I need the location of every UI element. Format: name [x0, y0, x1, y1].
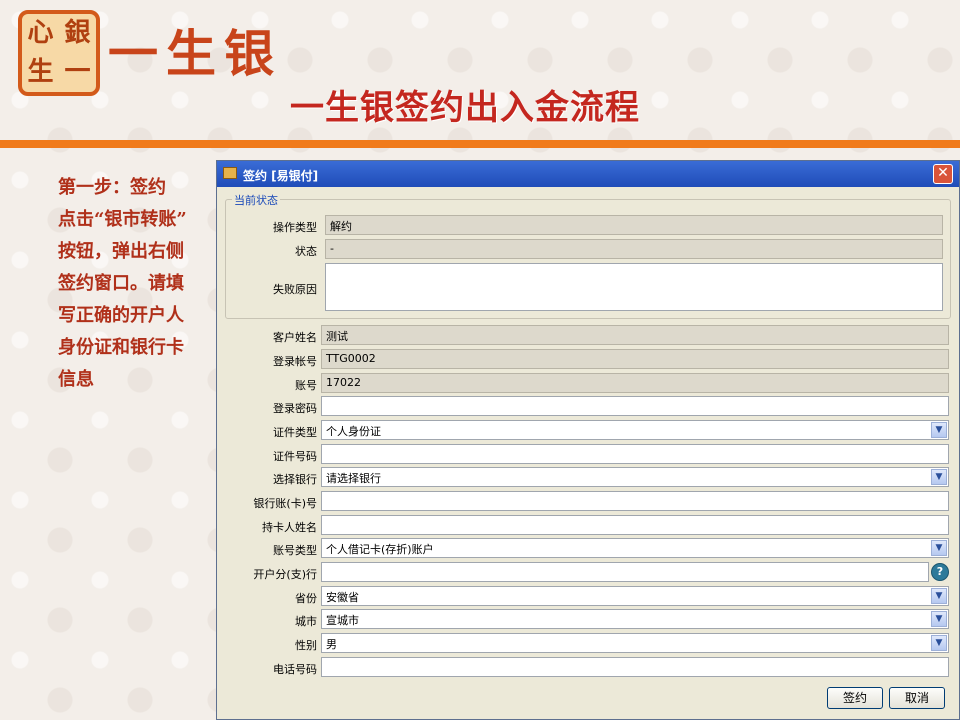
chevron-down-icon[interactable]: ▼ — [931, 469, 947, 485]
account-no-field: 17022 — [321, 373, 949, 393]
login-account-field: TTG0002 — [321, 349, 949, 369]
gender-select[interactable]: 男 ▼ — [321, 633, 949, 653]
cancel-button[interactable]: 取消 — [889, 687, 945, 709]
id-type-label: 证件类型 — [273, 426, 317, 439]
close-button[interactable]: ✕ — [933, 164, 953, 184]
bank-label: 选择银行 — [273, 473, 317, 486]
dialog-title: 签约 [易银付] — [243, 169, 319, 183]
login-password-label: 登录密码 — [273, 402, 317, 415]
bank-card-label: 银行账(卡)号 — [253, 497, 317, 510]
account-type-label: 账号类型 — [273, 544, 317, 557]
status-field: - — [325, 239, 943, 259]
operation-type-label: 操作类型 — [273, 221, 317, 234]
province-value: 安徽省 — [326, 591, 359, 604]
chevron-down-icon[interactable]: ▼ — [931, 588, 947, 604]
help-icon[interactable]: ? — [931, 563, 949, 581]
id-type-value: 个人身份证 — [326, 425, 381, 438]
id-number-label: 证件号码 — [273, 450, 317, 463]
phone-input[interactable] — [321, 657, 949, 677]
branch-label: 开户分(支)行 — [253, 568, 317, 581]
city-label: 城市 — [295, 615, 317, 628]
sign-dialog: 签约 [易银付] ✕ 当前状态 操作类型 解约 状态 - 失败原因 客户姓名 测… — [216, 160, 960, 720]
customer-name-label: 客户姓名 — [273, 331, 317, 344]
fail-reason-field — [325, 263, 943, 311]
branch-input[interactable] — [321, 562, 929, 582]
id-type-select[interactable]: 个人身份证 ▼ — [321, 420, 949, 440]
cardholder-label: 持卡人姓名 — [262, 521, 317, 534]
city-select[interactable]: 宣城市 ▼ — [321, 609, 949, 629]
cardholder-input[interactable] — [321, 515, 949, 535]
gender-value: 男 — [326, 638, 337, 651]
header-divider — [0, 140, 960, 148]
instruction-text: 第一步：签约 点击“银市转账” 按钮，弹出右侧 签约窗口。请填 写正确的开户人 … — [58, 177, 187, 390]
city-value: 宣城市 — [326, 614, 359, 627]
bank-select[interactable]: 请选择银行 ▼ — [321, 467, 949, 487]
dialog-titlebar[interactable]: 签约 [易银付] ✕ — [217, 161, 959, 187]
province-label: 省份 — [295, 592, 317, 605]
account-type-value: 个人借记卡(存折)账户 — [326, 543, 434, 556]
chevron-down-icon[interactable]: ▼ — [931, 540, 947, 556]
login-account-label: 登录帐号 — [273, 355, 317, 368]
chevron-down-icon[interactable]: ▼ — [931, 422, 947, 438]
operation-type-field: 解约 — [325, 215, 943, 235]
app-icon — [223, 167, 237, 179]
page-title: 一生银签约出入金流程 — [290, 88, 640, 128]
status-group-legend: 当前状态 — [232, 192, 280, 208]
account-no-label: 账号 — [295, 379, 317, 392]
chevron-down-icon[interactable]: ▼ — [931, 635, 947, 651]
status-label: 状态 — [295, 245, 317, 258]
chevron-down-icon[interactable]: ▼ — [931, 611, 947, 627]
logo-seal: 心 銀 生 一 — [18, 10, 100, 96]
customer-name-field: 测试 — [321, 325, 949, 345]
logo-seal-char: 生 — [27, 57, 54, 87]
fail-reason-label: 失败原因 — [273, 283, 317, 296]
logo-seal-char: 一 — [64, 57, 91, 87]
id-number-input[interactable] — [321, 444, 949, 464]
bank-card-input[interactable] — [321, 491, 949, 511]
bank-value: 请选择银行 — [326, 472, 381, 485]
province-select[interactable]: 安徽省 ▼ — [321, 586, 949, 606]
phone-label: 电话号码 — [273, 663, 317, 676]
login-password-input[interactable] — [321, 396, 949, 416]
logo-seal-char: 心 — [27, 18, 54, 48]
account-type-select[interactable]: 个人借记卡(存折)账户 ▼ — [321, 538, 949, 558]
logo-seal-char: 銀 — [64, 18, 91, 48]
logo-text: 一生银 — [108, 24, 282, 83]
sign-button[interactable]: 签约 — [827, 687, 883, 709]
gender-label: 性别 — [295, 639, 317, 652]
